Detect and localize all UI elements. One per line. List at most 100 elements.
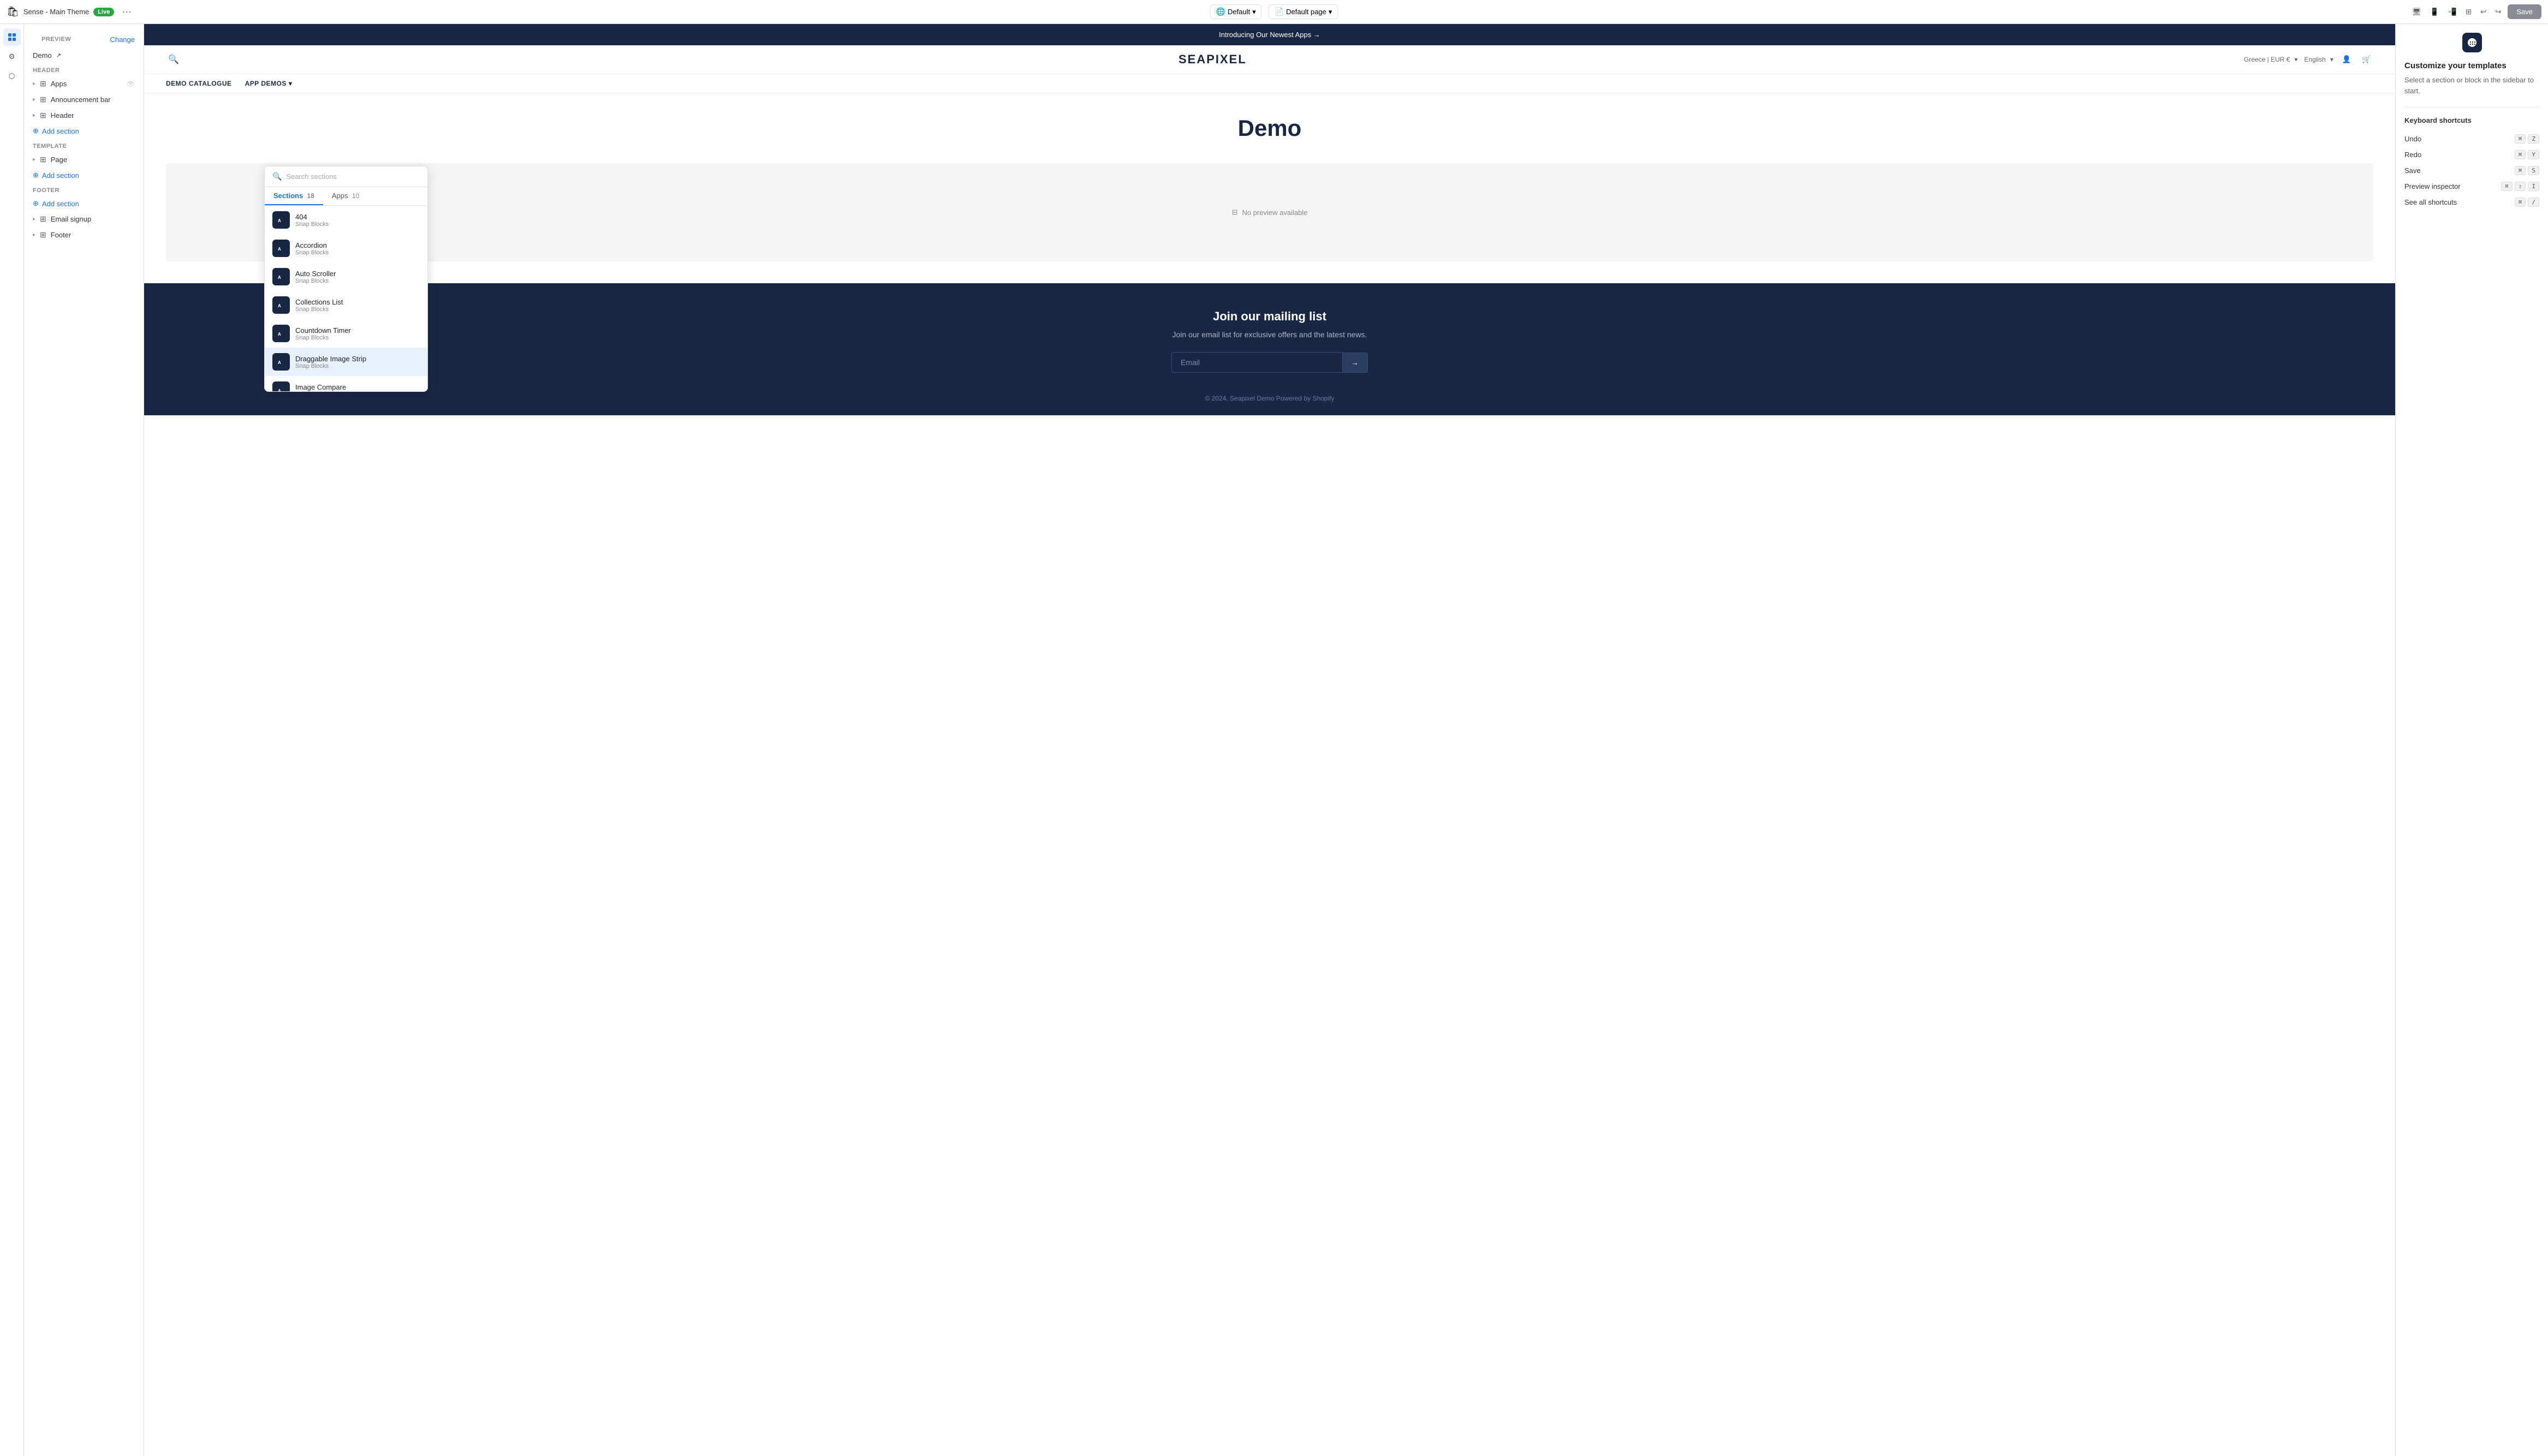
chevron-right-icon-6: ▸	[33, 232, 35, 238]
plus-circle-icon-2: ⊕	[33, 171, 39, 180]
kbd-y: Y	[2528, 150, 2539, 159]
account-button[interactable]: 👤	[2340, 53, 2354, 66]
shortcut-save-label: Save	[2404, 166, 2421, 175]
save-button[interactable]: Save	[2508, 4, 2541, 19]
add-section-panel: 🔍 Sections 18 Apps 10 A	[264, 166, 428, 392]
add-section-button-footer[interactable]: ⊕ Add section	[24, 196, 144, 211]
redo-button[interactable]: ↪	[2493, 5, 2503, 19]
section-item-countdown-timer[interactable]: A Countdown Timer Snap Blocks	[265, 319, 427, 348]
section-item-draggable-image-strip[interactable]: A Draggable Image Strip Snap Blocks	[265, 348, 427, 376]
chevron-down-icon-2: ▾	[1329, 8, 1332, 16]
live-badge: Live	[93, 8, 114, 16]
region-selector[interactable]: Greece | EUR € ▾	[2244, 56, 2298, 63]
default-page-dropdown[interactable]: 📄 Default page ▾	[1269, 4, 1338, 19]
plus-circle-icon-3: ⊕	[33, 199, 39, 208]
section-item-auto-scroller[interactable]: A Auto Scroller Snap Blocks	[265, 262, 427, 291]
demo-item[interactable]: Demo ↗	[24, 48, 144, 63]
grid-view-button[interactable]: ⊞	[2463, 5, 2474, 19]
section-item-image-compare[interactable]: A Image Compare Snap Blocks	[265, 376, 427, 391]
topbar: 🛍 Sense - Main Theme Live ··· 🌐 Default …	[0, 0, 2548, 24]
shortcut-pi-keys: ⌘ ⇧ I	[2501, 182, 2539, 191]
undo-button[interactable]: ↩	[2478, 5, 2489, 19]
more-options-button[interactable]: ···	[118, 5, 135, 19]
email-submit-button[interactable]: →	[1343, 353, 1368, 373]
shortcut-save-keys: ⌘ S	[2515, 166, 2539, 175]
chevron-right-icon-3: ▸	[33, 112, 35, 118]
section-icon-auto-scroller: A	[272, 268, 290, 285]
section-name-accordion: Accordion	[295, 241, 329, 249]
email-input[interactable]	[1171, 352, 1343, 373]
eye-icon: 👁	[127, 80, 135, 88]
shortcut-see-all[interactable]: See all shortcuts ⌘ /	[2404, 194, 2539, 210]
add-section-button-header[interactable]: ⊕ Add section	[24, 123, 144, 139]
default-dropdown[interactable]: 🌐 Default ▾	[1210, 4, 1262, 19]
preview-label: Preview	[33, 34, 80, 45]
cart-button[interactable]: 🛒	[2360, 53, 2373, 66]
shortcut-undo: Undo ⌘ Z	[2404, 131, 2539, 147]
preview-section: Preview Change Demo ↗	[24, 31, 144, 63]
region-text: Greece | EUR €	[2244, 56, 2290, 63]
customize-icon	[2462, 33, 2482, 52]
sections-count: 18	[305, 192, 314, 200]
kbd-z: Z	[2528, 134, 2539, 144]
desktop-view-button[interactable]: 🖥	[2410, 5, 2424, 19]
settings-icon-button[interactable]: ⚙	[3, 48, 21, 65]
svg-text:A: A	[278, 389, 281, 391]
section-icon-draggable-image-strip: A	[272, 353, 290, 371]
header-item[interactable]: ▸ ⊞ Header	[24, 108, 144, 123]
plus-circle-icon: ⊕	[33, 127, 39, 135]
search-bar: 🔍	[265, 166, 427, 187]
footer-item[interactable]: ▸ ⊞ Footer	[24, 227, 144, 243]
default-label: Default	[1228, 8, 1250, 16]
footer-icon: ⊞	[40, 230, 46, 240]
apps-item[interactable]: ▸ ⊞ Apps 👁	[24, 76, 144, 92]
add-section-button-template[interactable]: ⊕ Add section	[24, 168, 144, 183]
svg-text:A: A	[278, 275, 281, 280]
customize-sub: Select a section or block in the sidebar…	[2404, 75, 2539, 96]
tablet-view-button[interactable]: 📱	[2428, 5, 2442, 19]
apps-icon-button[interactable]: ⬡	[3, 68, 21, 85]
sections-icon-button[interactable]	[3, 28, 21, 46]
section-sub-404: Snap Blocks	[295, 221, 329, 228]
svg-text:A: A	[278, 332, 281, 337]
section-item-404[interactable]: A 404 Snap Blocks	[265, 206, 427, 234]
nav-catalogue[interactable]: DEMO CATALOGUE	[166, 80, 232, 87]
shortcut-redo-label: Redo	[2404, 151, 2421, 159]
chevron-right-icon-4: ▸	[33, 157, 35, 163]
section-item-collections-list[interactable]: A Collections List Snap Blocks	[265, 291, 427, 319]
chevron-down-icon: ▾	[1252, 8, 1256, 16]
section-icon-image-compare: A	[272, 381, 290, 391]
section-info-image-compare: Image Compare Snap Blocks	[295, 383, 346, 392]
footer-dark: Join our mailing list Join our email lis…	[144, 283, 2395, 415]
section-sub-accordion: Snap Blocks	[295, 249, 329, 256]
chevron-right-icon: ▸	[33, 81, 35, 87]
announcement-text: Introducing Our Newest Apps →	[1219, 31, 1320, 39]
template-title: Template	[24, 141, 144, 152]
email-form: →	[1171, 352, 1368, 373]
nav-app-demos[interactable]: APP DEMOS ▾	[245, 80, 293, 87]
section-name-404: 404	[295, 213, 329, 221]
section-tabs: Sections 18 Apps 10	[265, 187, 427, 206]
section-name-countdown-timer: Countdown Timer	[295, 326, 351, 335]
section-item-accordion[interactable]: A Accordion Snap Blocks	[265, 234, 427, 262]
announcement-icon: ⊞	[40, 95, 46, 104]
search-input[interactable]	[286, 172, 420, 181]
mobile-view-button[interactable]: 📲	[2445, 5, 2459, 19]
search-button[interactable]: 🔍	[166, 52, 181, 67]
page-item[interactable]: ▸ ⊞ Page	[24, 152, 144, 168]
language-text: English	[2304, 56, 2325, 63]
section-info-accordion: Accordion Snap Blocks	[295, 241, 329, 256]
nav-arrow-icon: ▾	[289, 80, 293, 87]
footer-sub-label: Footer	[51, 231, 72, 239]
section-icon-404: A	[272, 211, 290, 229]
change-link[interactable]: Change	[110, 35, 135, 44]
main-layout: ⚙ ⬡ Preview Change Demo ↗ Header ▸ ⊞ App…	[0, 24, 2548, 1456]
tab-apps[interactable]: Apps 10	[323, 187, 368, 205]
canvas-area: Introducing Our Newest Apps → 🔍 SEAPIXEL…	[144, 24, 2395, 1456]
apps-count: 10	[350, 192, 360, 200]
announcement-bar-item[interactable]: ▸ ⊞ Announcement bar	[24, 92, 144, 108]
language-selector[interactable]: English ▾	[2304, 56, 2333, 63]
tab-sections[interactable]: Sections 18	[265, 187, 323, 205]
shortcut-save: Save ⌘ S	[2404, 163, 2539, 178]
email-signup-item[interactable]: ▸ ⊞ Email signup	[24, 211, 144, 227]
